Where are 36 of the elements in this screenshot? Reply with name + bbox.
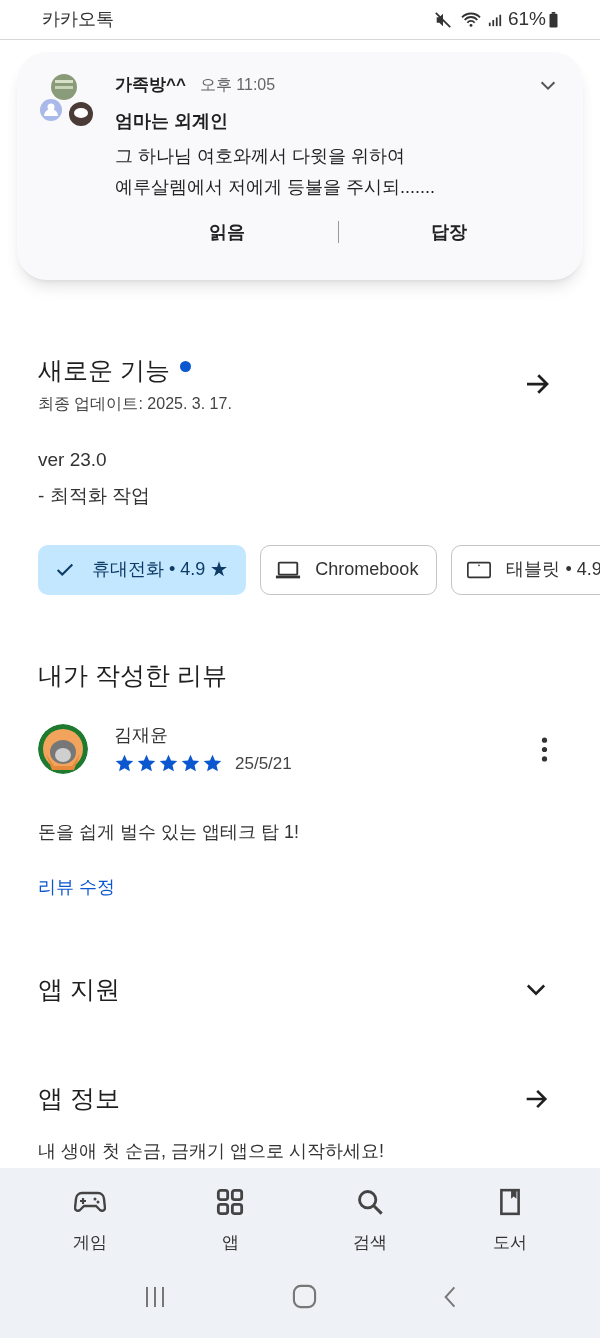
version-text: ver 23.0 <box>38 447 108 472</box>
more-icon[interactable] <box>541 736 548 762</box>
chat-name: 가족방^^ <box>115 74 186 96</box>
mute-icon <box>433 10 452 29</box>
review-text: 돈을 쉽게 벌수 있는 앱테크 탑 1! <box>38 820 301 844</box>
message-text: 예루살렘에서 저에게 등불을 주시되....... <box>115 175 436 199</box>
update-date: 최종 업데이트: 2025. 3. 17. <box>38 393 233 414</box>
reviewer-name: 김재윤 <box>114 724 169 747</box>
message-text: 그 하나님 여호와께서 다윗을 위하여 <box>115 144 406 168</box>
section-title: 내가 작성한 리뷰 <box>38 659 228 691</box>
reply-button[interactable]: 답장 <box>338 214 559 250</box>
nav-tab[interactable]: 앱 <box>180 1180 280 1256</box>
nav-tab[interactable]: 게임 <box>40 1180 140 1256</box>
section-title: 앱 지원 <box>38 973 121 1005</box>
grid-icon <box>214 1188 246 1216</box>
section-title: 새로운 기능 <box>38 355 170 386</box>
app-description: 내 생애 첫 순금, 금캐기 앱으로 시작하세요! <box>38 1139 384 1162</box>
filter-chip[interactable]: 태블릿 • 4.9 <box>451 544 600 595</box>
sender-name: 엄마는 외계인 <box>115 109 229 133</box>
mark-read-button[interactable]: 읽음 <box>117 214 338 250</box>
wifi-icon <box>459 10 482 29</box>
notification-card[interactable]: 가족방^^ 오후 11:05 엄마는 외계인 그 하나님 여호와께서 다윗을 위하여 예루살렘에서 저에게 등불을 주시되....... 읽음 답장 <box>17 52 583 280</box>
filter-chip[interactable]: 휴대전화 • 4.9 ★ <box>38 544 247 595</box>
battery-level: 61% <box>507 7 546 32</box>
home-icon[interactable] <box>292 1284 318 1309</box>
group-avatar-icon <box>39 72 95 128</box>
nav-tab[interactable]: 도서 <box>460 1180 560 1256</box>
nav-tab[interactable]: 검색 <box>320 1180 420 1256</box>
notification-time: 오후 11:05 <box>199 75 276 95</box>
app-name: 카카오톡 <box>42 8 114 31</box>
section-title: 앱 정보 <box>38 1083 121 1114</box>
release-notes: - 최적화 작업 <box>38 484 151 508</box>
battery-icon <box>549 11 558 28</box>
edit-review-link[interactable]: 리뷰 수정 <box>38 873 115 901</box>
filter-chip[interactable]: Chromebook <box>260 544 438 595</box>
review-date: 25/5/21 <box>235 753 292 775</box>
